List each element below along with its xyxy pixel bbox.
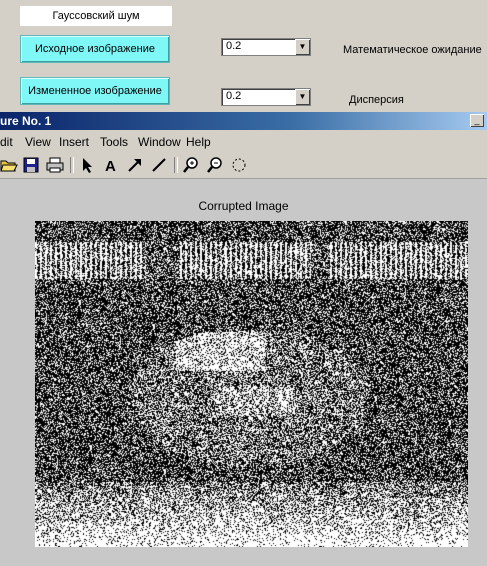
chevron-down-icon[interactable]: ▼ xyxy=(295,39,310,55)
menu-tools[interactable]: Tools xyxy=(100,135,128,149)
svg-text:A: A xyxy=(105,158,116,174)
menu-edit[interactable]: dit xyxy=(0,135,13,149)
plot-area: Corrupted Image xyxy=(0,179,487,566)
modified-image-button[interactable]: Измененное изображение xyxy=(20,77,170,105)
figure-window: ure No. 1 _ dit View Insert Tools Window… xyxy=(0,112,487,566)
toolbar-separator xyxy=(174,157,178,173)
print-icon[interactable] xyxy=(46,156,64,174)
text-icon[interactable]: A xyxy=(102,156,120,175)
noisy-car-image xyxy=(35,221,468,547)
variance-select[interactable]: 0.2 ▼ xyxy=(221,88,311,106)
menu-view[interactable]: View xyxy=(25,135,51,149)
rotate-icon[interactable] xyxy=(230,156,248,174)
corrupted-image xyxy=(35,221,468,547)
save-icon[interactable] xyxy=(22,156,40,174)
toolbar: A xyxy=(0,152,487,179)
zoom-in-icon[interactable] xyxy=(182,156,200,174)
select-arrow-icon[interactable] xyxy=(78,156,96,174)
line-icon[interactable] xyxy=(150,156,168,174)
mean-label: Математическое ожидание xyxy=(343,44,482,56)
menu-window[interactable]: Window xyxy=(138,135,181,149)
mean-select-value: 0.2 xyxy=(226,40,242,52)
noise-type-label: Гауссовский шум xyxy=(20,6,172,26)
variance-select-value: 0.2 xyxy=(226,90,242,102)
minimize-icon[interactable]: _ xyxy=(470,114,484,127)
zoom-out-icon[interactable] xyxy=(206,156,224,174)
window-titlebar[interactable]: ure No. 1 _ xyxy=(0,112,487,130)
toolbar-separator xyxy=(70,157,74,173)
control-panel: Гауссовский шум Исходное изображение Изм… xyxy=(0,0,487,108)
variance-label: Дисперсия xyxy=(349,94,404,106)
arrow-icon[interactable] xyxy=(126,156,144,174)
window-title: ure No. 1 xyxy=(0,114,52,128)
menu-bar: dit View Insert Tools Window Help xyxy=(0,130,487,152)
chevron-down-icon[interactable]: ▼ xyxy=(295,89,310,105)
menu-insert[interactable]: Insert xyxy=(59,135,89,149)
mean-select[interactable]: 0.2 ▼ xyxy=(221,38,311,56)
original-image-button[interactable]: Исходное изображение xyxy=(20,35,170,63)
open-icon[interactable] xyxy=(0,156,18,174)
menu-help[interactable]: Help xyxy=(186,135,211,149)
image-title: Corrupted Image xyxy=(198,199,289,213)
